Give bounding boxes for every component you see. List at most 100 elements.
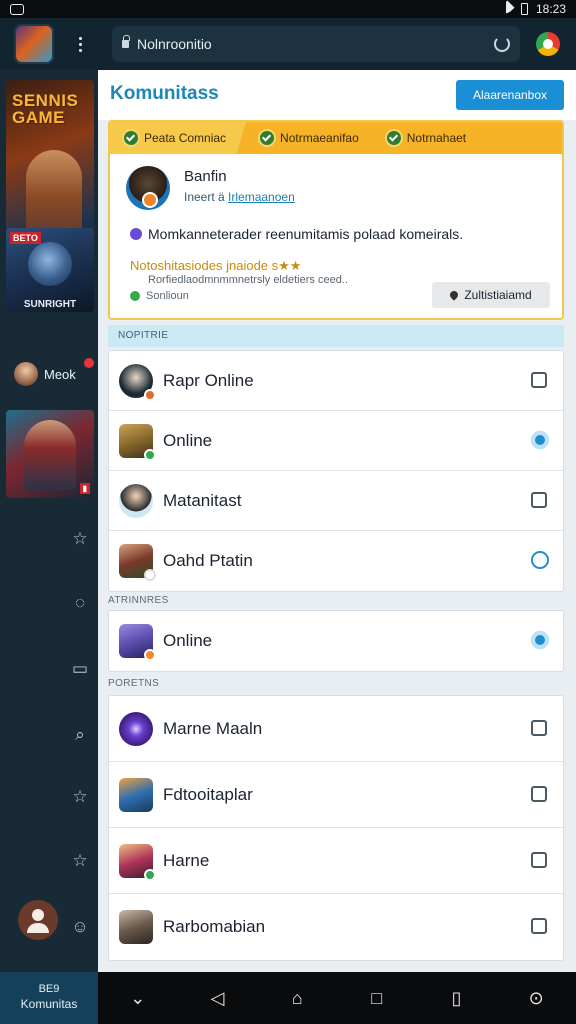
notification-icon xyxy=(10,3,24,15)
avatar xyxy=(119,910,153,944)
avatar[interactable] xyxy=(126,166,170,210)
more-options-icon[interactable] xyxy=(60,24,100,64)
card-tab-label: Peata Comniac xyxy=(144,131,227,145)
promo-game-title: SENNIS GAME xyxy=(12,91,79,127)
primary-action-button[interactable]: Alaarenanbox xyxy=(456,80,564,110)
emoji-icon[interactable]: ☺ xyxy=(70,916,90,936)
star-icon[interactable]: ☆ xyxy=(70,786,90,806)
list-item-label: Harne xyxy=(163,850,210,870)
clock: 18:23 xyxy=(535,2,566,16)
checkbox[interactable] xyxy=(531,786,547,802)
reload-icon[interactable] xyxy=(494,36,510,52)
system-navigation-bar: ⌄ ◁ ⌂ □ ▯ ⊙ xyxy=(98,972,576,1024)
browser-logo-icon[interactable] xyxy=(536,32,560,56)
pin-icon xyxy=(448,289,460,301)
promo-tag-small: ▮ xyxy=(79,483,90,494)
card-status: Sonlioun xyxy=(130,290,189,302)
star-icon[interactable]: ☆ xyxy=(70,850,90,870)
card-description-text: Momkanneterader reenumitamis polaad kome… xyxy=(148,226,464,242)
info-icon xyxy=(130,228,142,240)
page-title: Komunitass xyxy=(110,83,219,104)
online-status-icon xyxy=(130,291,140,301)
radio-unselected[interactable] xyxy=(531,551,549,569)
lock-icon xyxy=(122,35,130,48)
list-item[interactable]: Rapr Online xyxy=(109,351,563,411)
list-item[interactable]: Online xyxy=(109,611,563,671)
check-icon xyxy=(124,131,138,145)
promo-tag: BETO xyxy=(10,232,41,244)
card-tab-2[interactable]: Notrmaeanifao xyxy=(246,122,373,154)
status-bar: 18:23 xyxy=(0,0,576,18)
list-item[interactable]: Harne xyxy=(109,828,563,894)
tab-komunitas[interactable]: BE9 Komunitas xyxy=(0,972,98,1024)
list-item-label: Oahd Ptatin xyxy=(163,551,253,570)
checkbox[interactable] xyxy=(531,492,547,508)
card-tab-label: Notrmaeanifao xyxy=(280,131,359,145)
card-description: Momkanneterader reenumitamis polaad kome… xyxy=(130,226,463,242)
member-list: Rapr Online Online Matanitast Oahd Ptati… xyxy=(108,350,564,592)
checkbox[interactable] xyxy=(531,918,547,934)
section-header: ATRINNRES xyxy=(108,595,169,606)
list-item[interactable]: Rarbomabian xyxy=(109,894,563,960)
card-meta-link[interactable]: Irlemaanoen xyxy=(228,190,295,204)
list-item-label: Matanitast xyxy=(163,490,242,510)
list-item[interactable]: Marne Maaln xyxy=(109,696,563,762)
app-icon[interactable] xyxy=(14,24,54,64)
promo-banner-second[interactable]: BETO SUNRIGHT xyxy=(6,228,94,312)
star-icon[interactable]: ☆ xyxy=(70,528,90,548)
featured-community-card: Peata Comniac Notrmaeanifao Notrnahaet B… xyxy=(108,120,564,320)
list-item-label: Online xyxy=(163,631,213,650)
list-item[interactable]: Online xyxy=(109,411,563,471)
image-icon[interactable]: ▭ xyxy=(70,658,90,678)
chat-icon[interactable]: ◌ xyxy=(70,592,90,612)
avatar xyxy=(119,843,156,881)
card-user-name: Banfin xyxy=(184,168,227,185)
chevron-down-icon[interactable]: ⌄ xyxy=(127,987,149,1009)
address-text: Nolnroonitio xyxy=(137,36,212,52)
checkbox[interactable] xyxy=(531,372,547,388)
promo-caption: SUNRIGHT xyxy=(23,299,77,310)
list-item-label: Marne Maaln xyxy=(163,718,263,738)
radio-selected[interactable] xyxy=(531,431,549,449)
card-tabs: Peata Comniac Notrmaeanifao Notrnahaet xyxy=(110,122,562,154)
radio-selected[interactable] xyxy=(531,631,549,649)
promo-banner-third[interactable]: ▮ xyxy=(6,410,94,498)
promo-hero-art xyxy=(24,420,76,490)
search-icon[interactable]: ⌕ xyxy=(70,724,90,744)
profile-avatar-button[interactable] xyxy=(18,900,58,940)
check-icon xyxy=(386,131,401,145)
member-list: Marne Maaln Fdtooitaplar Harne Rarbomabi… xyxy=(108,695,564,961)
card-action-button[interactable]: Zultistiaiamd xyxy=(432,282,550,308)
main-content: Komunitass Alaarenanbox Peata Comniac No… xyxy=(98,70,576,972)
notification-dot xyxy=(84,358,94,368)
list-item[interactable]: Oahd Ptatin xyxy=(109,531,563,591)
wifi-icon xyxy=(497,0,515,18)
battery-icon xyxy=(520,3,528,15)
avatar xyxy=(119,544,156,581)
browser-top-bar: Nolnroonitio xyxy=(0,18,576,70)
card-meta-prefix: Ineert ä xyxy=(184,190,225,204)
list-item[interactable]: Matanitast xyxy=(109,471,563,531)
tab-komunitas-line1: BE9 xyxy=(38,983,60,995)
promo-hero-art xyxy=(28,242,72,286)
address-bar[interactable]: Nolnroonitio xyxy=(112,26,520,62)
card-tab-1[interactable]: Peata Comniac xyxy=(110,122,247,154)
list-item[interactable]: Fdtooitaplar xyxy=(109,762,563,828)
tabs-icon[interactable]: ▯ xyxy=(445,987,467,1009)
list-item-label: Online xyxy=(163,430,213,450)
avatar xyxy=(119,711,153,746)
checkbox[interactable] xyxy=(531,720,547,736)
sidebar-user[interactable]: Meok xyxy=(14,358,94,386)
section-header: NOPITRIE xyxy=(108,325,564,347)
avatar xyxy=(119,777,153,812)
card-tab-3[interactable]: Notrnahaet xyxy=(373,122,480,154)
play-icon[interactable]: ⊙ xyxy=(525,987,547,1009)
home-icon[interactable]: ⌂ xyxy=(286,987,308,1009)
sidebar: SENNIS GAME BETO SUNRIGHT Meok ▮ ☆ ◌ ▭ ⌕… xyxy=(0,70,98,972)
back-icon[interactable]: ◁ xyxy=(206,987,228,1009)
list-item-label: Rapr Online xyxy=(163,370,254,390)
avatar xyxy=(119,423,156,461)
list-item-label: Fdtooitaplar xyxy=(163,784,253,804)
recents-icon[interactable]: □ xyxy=(366,987,388,1009)
checkbox[interactable] xyxy=(531,852,547,868)
